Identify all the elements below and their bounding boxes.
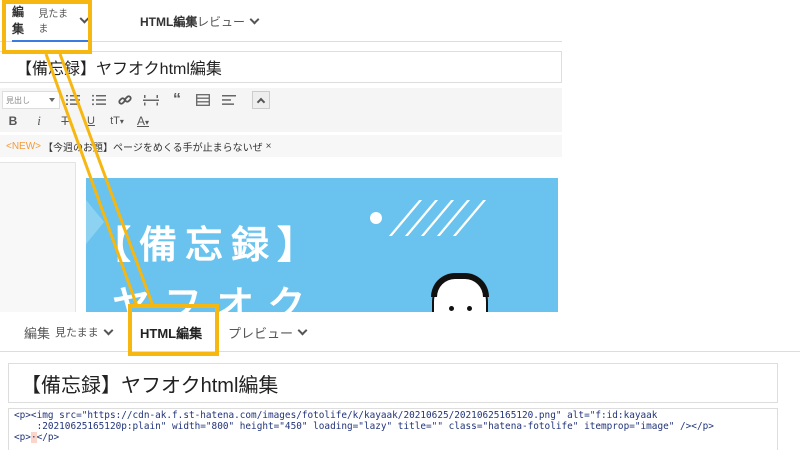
- editor-tab-bar: 編集 見たまま HTML編集 プレビュー: [0, 0, 562, 42]
- character-eye: [449, 306, 454, 311]
- format-toolbar: 見出し “ B i T U tT▾ A▾: [0, 88, 562, 132]
- quote-icon: “: [173, 91, 181, 108]
- tab-edit-label: 編集: [24, 325, 51, 341]
- decorative-dot: [370, 212, 382, 224]
- tab-preview[interactable]: プレビュー: [228, 312, 308, 352]
- horizontal-rule-button[interactable]: [138, 90, 164, 110]
- new-badge: <NEW>: [6, 140, 42, 152]
- chevron-down-icon: [79, 13, 90, 23]
- wysiwyg-editor-panel: 編集 見たまま HTML編集 プレビュー 【備忘録】ヤフオクhtml編集 見出し: [0, 0, 562, 320]
- underline-button[interactable]: U: [78, 111, 104, 131]
- decorative-slash: [436, 200, 471, 236]
- decorative-slash: [388, 200, 423, 236]
- heading-select-value: 見出し: [6, 95, 30, 105]
- heading-select[interactable]: 見出し: [2, 91, 60, 109]
- html-source-editor[interactable]: <p><img src="https://cdn-ak.f.st-hatena.…: [8, 408, 778, 450]
- tab-edit-wysiwyg[interactable]: 編集 見たまま: [24, 312, 114, 352]
- chevron-down-icon: [297, 325, 308, 335]
- toolbar-row-2: B i T U tT▾ A▾: [0, 110, 156, 132]
- article-title-text: 【備忘録】ヤフオクhtml編集: [16, 61, 222, 78]
- tab-preview-label: プレビュー: [228, 325, 294, 341]
- tab-edit-mode: 見たまま: [38, 9, 69, 35]
- bullet-list-icon: [92, 94, 106, 106]
- code-token: </p>: [36, 432, 60, 444]
- character-hair: [431, 273, 489, 297]
- eyecatch-title-line-1: 【備忘録】: [93, 225, 324, 267]
- collapse-toolbar-button[interactable]: [252, 91, 270, 109]
- editor-side-gutter: [0, 162, 76, 320]
- strikethrough-button[interactable]: T: [52, 111, 78, 131]
- tab-edit-label: 編集: [12, 5, 25, 36]
- code-line: <p><img src="https://cdn-ak.f.st-hatena.…: [14, 410, 658, 421]
- italic-button[interactable]: i: [26, 111, 52, 131]
- text-color-icon: A▾: [136, 114, 150, 128]
- code-line: :20210625165120p:plain" width="800" heig…: [14, 421, 714, 433]
- chevron-up-icon: [256, 97, 266, 106]
- tab-html-label: HTML編集: [140, 325, 203, 341]
- link-icon: [118, 95, 132, 105]
- character-eye: [467, 306, 472, 311]
- decorative-slash: [452, 200, 487, 236]
- tab-preview[interactable]: プレビュー: [185, 0, 260, 42]
- bullet-list-button[interactable]: [86, 90, 112, 110]
- align-icon: [222, 95, 236, 105]
- tab-edit-mode: 見たまま: [55, 327, 99, 339]
- chevron-down-icon: [249, 14, 260, 24]
- tab-html-edit[interactable]: HTML編集: [140, 312, 202, 352]
- toolbar-row-1: 見出し “: [0, 89, 270, 111]
- text-color-button[interactable]: A▾: [130, 111, 156, 131]
- strikethrough-icon: T: [61, 114, 69, 128]
- italic-icon: i: [37, 113, 41, 128]
- article-eyecatch-image[interactable]: 【備忘録】 ヤフオク: [86, 178, 558, 320]
- font-size-icon: tT▾: [110, 115, 124, 127]
- code-line-cutoff: [14, 444, 777, 450]
- screenshot-composite: 編集 見たまま HTML編集 プレビュー 【備忘録】ヤフオクhtml編集 見出し: [0, 0, 800, 450]
- notice-link[interactable]: 【今週のお題】ページをめくる手が止まらないぜ: [43, 139, 263, 154]
- bold-icon: B: [8, 114, 18, 128]
- article-title-input[interactable]: 【備忘録】ヤフオクhtml編集: [8, 363, 778, 403]
- bold-button[interactable]: B: [0, 111, 26, 131]
- decorative-slash: [420, 200, 455, 236]
- table-button[interactable]: [190, 90, 216, 110]
- article-title-text: 【備忘録】ヤフオクhtml編集: [21, 374, 279, 397]
- chevron-down-icon: [103, 325, 114, 335]
- numbered-list-button[interactable]: [60, 90, 86, 110]
- horizontal-rule-icon: [143, 95, 159, 106]
- tab-edit-wysiwyg[interactable]: 編集 見たまま: [12, 0, 90, 42]
- code-token: <p>: [14, 432, 31, 444]
- editor-tab-bar-html: 編集 見たまま HTML編集 プレビュー: [0, 312, 800, 352]
- numbered-list-icon: [66, 95, 80, 105]
- table-icon: [196, 94, 210, 106]
- weekly-topic-notice: <NEW> 【今週のお題】ページをめくる手が止まらないぜ ×: [0, 135, 562, 157]
- code-line: <p>·</p>: [14, 432, 777, 444]
- more-format-button[interactable]: [216, 90, 242, 110]
- link-button[interactable]: [112, 90, 138, 110]
- tab-preview-label: プレビュー: [185, 14, 246, 29]
- close-icon[interactable]: ×: [266, 141, 272, 152]
- caret-down-icon: [49, 98, 55, 102]
- font-size-button[interactable]: tT▾: [104, 111, 130, 131]
- article-title-input[interactable]: 【備忘録】ヤフオクhtml編集: [0, 51, 562, 83]
- decorative-slash: [404, 200, 439, 236]
- underline-icon: U: [87, 115, 95, 127]
- blockquote-button[interactable]: “: [164, 90, 190, 110]
- html-editor-panel: 編集 見たまま HTML編集 プレビュー 【備忘録】ヤフオクhtml編集 <p>…: [0, 312, 800, 450]
